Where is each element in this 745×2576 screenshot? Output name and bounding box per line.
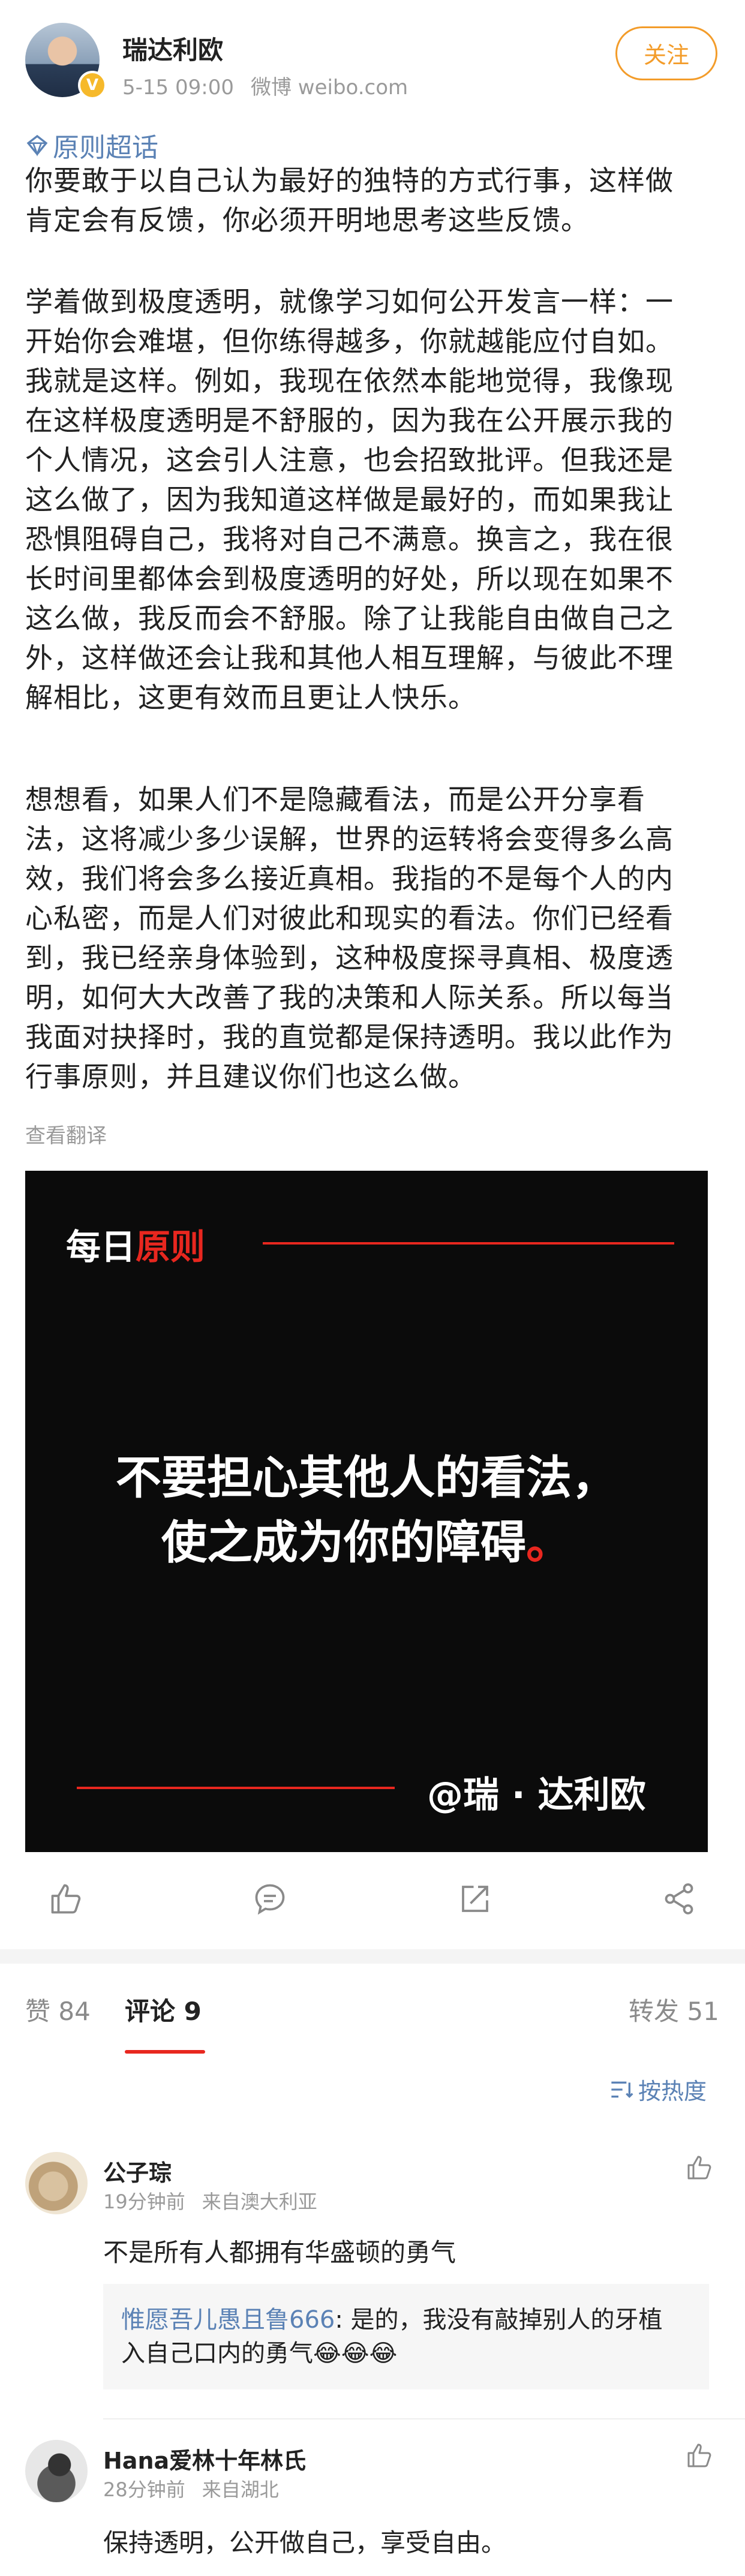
comment-divider bbox=[103, 2418, 745, 2419]
topic-tag[interactable]: 原则超话 bbox=[25, 126, 158, 164]
comment-user-name[interactable]: 公子琮 bbox=[103, 2154, 172, 2187]
post-meta: 5-15 09:00 微博 weibo.com bbox=[122, 71, 408, 100]
reply-content: : 是的，我没有敲掉别人的牙植 bbox=[335, 2306, 663, 2334]
post-paragraph-1: 你要敢于以自己认为最好的独特的方式行事，这样做 肯定会有反馈，你必须开明地思考这… bbox=[25, 161, 721, 240]
comment-avatar[interactable] bbox=[25, 2152, 88, 2214]
section-divider bbox=[0, 1949, 745, 1964]
diamond-icon bbox=[26, 134, 48, 157]
text-line: 肯定会有反馈，你必须开明地思考这些反馈。 bbox=[25, 204, 589, 236]
card-divider-top bbox=[263, 1242, 674, 1245]
text-line: 外，这样做还会让我和其他人相互理解，与彼此不理 bbox=[25, 642, 674, 674]
tab-likes[interactable]: 赞 84 bbox=[25, 1991, 91, 2028]
reply-text: 惟愿吾儿愚且鲁666: 是的，我没有敲掉别人的牙植 入自己口内的勇气😂😂😂 bbox=[121, 2303, 697, 2370]
post-source: 微博 weibo.com bbox=[250, 76, 408, 100]
tab-reposts[interactable]: 转发 51 bbox=[629, 1991, 719, 2028]
user-name[interactable]: 瑞达利欧 bbox=[122, 30, 223, 67]
text-line: 在这样极度透明是不舒服的，因为我在公开展示我的 bbox=[25, 404, 674, 437]
comment-location: 来自澳大利亚 bbox=[202, 2190, 317, 2213]
comment-like-icon[interactable] bbox=[685, 2441, 714, 2470]
card-header-red: 原则 bbox=[136, 1227, 206, 1267]
comment-user-name[interactable]: Hana爱林十年林氏 bbox=[103, 2442, 306, 2475]
card-quote-line-2: 使之成为你的障碍。 bbox=[25, 1510, 708, 1575]
text-line: 明，如何大大改善了我的决策和人际关系。所以每当 bbox=[25, 981, 674, 1014]
text-line: 想想看，如果人们不是隐藏看法，而是公开分享看 bbox=[25, 783, 645, 816]
card-signature: @瑞 · 达利欧 bbox=[427, 1774, 646, 1816]
text-line: 效，我们将会多么接近真相。我指的不是每个人的内 bbox=[25, 862, 674, 895]
card-header: 每日原则 bbox=[66, 1219, 205, 1269]
comment-meta: 19分钟前 来自澳大利亚 bbox=[103, 2187, 317, 2214]
comment-time: 28分钟前 bbox=[103, 2478, 185, 2501]
card-quote-text: 使之成为你的障碍 bbox=[161, 1516, 526, 1569]
active-tab-indicator bbox=[125, 2050, 205, 2054]
text-line: 恐惧阻碍自己，我将对自己不满意。换言之，我在很 bbox=[25, 523, 674, 555]
card-divider-bottom bbox=[77, 1787, 395, 1789]
card-quote: 不要担心其他人的看法， 使之成为你的障碍。 bbox=[25, 1445, 708, 1575]
text-line: 这么做，我反而会不舒服。除了让我能自由做自己之 bbox=[25, 602, 674, 635]
reply-line-1: 惟愿吾儿愚且鲁666: 是的，我没有敲掉别人的牙植 bbox=[121, 2303, 697, 2337]
like-icon[interactable] bbox=[48, 1881, 84, 1917]
comment-meta: 28分钟前 来自湖北 bbox=[103, 2475, 279, 2502]
text-line: 个人情况，这会引人注意，也会招致批评。但我还是 bbox=[25, 444, 674, 476]
see-translation-link[interactable]: 查看翻译 bbox=[25, 1119, 107, 1149]
sort-button[interactable]: 按热度 bbox=[609, 2073, 707, 2106]
sort-label: 按热度 bbox=[638, 2078, 707, 2105]
text-line: 开始你会难堪，但你练得越多，你就越能应付自如。 bbox=[25, 325, 674, 357]
post-time: 5-15 09:00 bbox=[122, 76, 234, 100]
text-line: 学着做到极度透明，就像学习如何公开发言一样：一 bbox=[25, 285, 674, 318]
verified-badge-icon: V bbox=[78, 71, 107, 100]
reply-user-name[interactable]: 惟愿吾儿愚且鲁666 bbox=[121, 2306, 335, 2334]
sort-icon bbox=[611, 2081, 633, 2098]
card-header-white: 每日 bbox=[66, 1227, 136, 1267]
text-line: 长时间里都体会到极度透明的好处，所以现在如果不 bbox=[25, 563, 674, 595]
comment-avatar[interactable] bbox=[25, 2440, 88, 2502]
comment-like-icon[interactable] bbox=[685, 2153, 714, 2182]
card-quote-dot: 。 bbox=[526, 1516, 572, 1569]
post-paragraph-3: 想想看，如果人们不是隐藏看法，而是公开分享看 法，这将减少多少误解，世界的运转将… bbox=[25, 780, 721, 1096]
comment-text: 不是所有人都拥有华盛顿的勇气 bbox=[103, 2238, 456, 2267]
text-line: 我面对抉择时，我的直觉都是保持透明。我以此作为 bbox=[25, 1021, 674, 1053]
text-line: 法，这将减少多少误解，世界的运转将会变得多么高 bbox=[25, 823, 674, 855]
post-paragraph-2: 学着做到极度透明，就像学习如何公开发言一样：一 开始你会难堪，但你练得越多，你就… bbox=[25, 282, 721, 717]
text-line: 行事原则，并且建议你们也这么做。 bbox=[25, 1060, 476, 1093]
text-line: 我就是这样。例如，我现在依然本能地觉得，我像现 bbox=[25, 365, 674, 397]
text-line: 这么做了，因为我知道这样做是最好的，而如果我让 bbox=[25, 483, 674, 516]
text-line: 你要敢于以自己认为最好的独特的方式行事，这样做 bbox=[25, 164, 674, 197]
text-line: 解相比，这更有效而且更让人快乐。 bbox=[25, 681, 476, 714]
text-line: 心私密，而是人们对彼此和现实的看法。你们已经看 bbox=[25, 902, 674, 934]
comment-text: 保持透明，公开做自己，享受自由。 bbox=[103, 2528, 507, 2557]
reply-line-2: 入自己口内的勇气😂😂😂 bbox=[121, 2340, 398, 2367]
comment-location: 来自湖北 bbox=[202, 2478, 279, 2501]
comment-time: 19分钟前 bbox=[103, 2190, 185, 2213]
follow-button[interactable]: 关注 bbox=[615, 26, 717, 80]
share-icon[interactable] bbox=[457, 1881, 493, 1917]
card-quote-line: 不要担心其他人的看法， bbox=[116, 1451, 617, 1504]
comment-icon[interactable] bbox=[252, 1881, 288, 1917]
tab-comments[interactable]: 评论 9 bbox=[125, 1991, 202, 2028]
topic-tag-label: 原则超话 bbox=[53, 133, 158, 163]
text-line: 到，我已经亲身体验到，这种极度探寻真相、极度透 bbox=[25, 942, 674, 974]
more-share-icon[interactable] bbox=[661, 1881, 697, 1917]
